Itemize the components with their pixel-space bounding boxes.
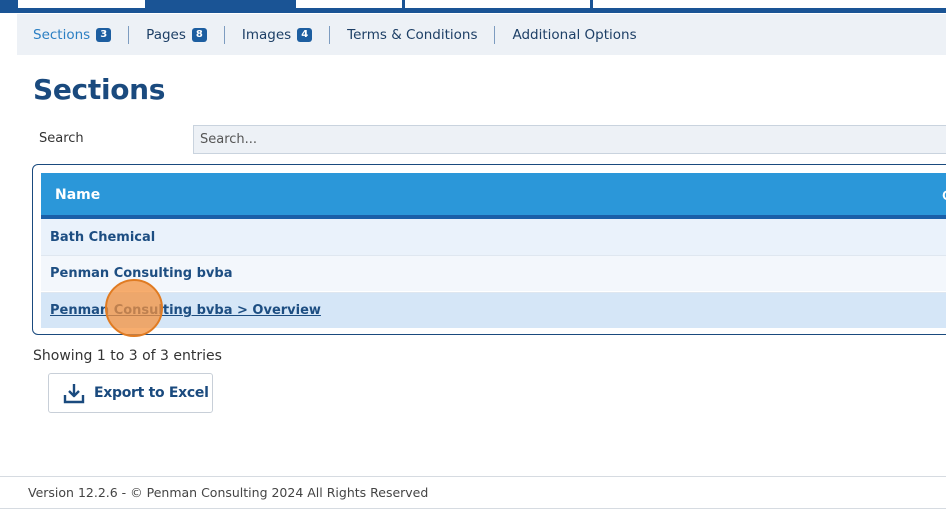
divider: [494, 25, 496, 44]
page-title: Sections: [33, 73, 166, 106]
table-row[interactable]: Bath Chemical: [41, 219, 946, 255]
subnav-label: Pages: [146, 26, 186, 43]
subnav-sections[interactable]: Sections 3: [33, 26, 112, 43]
count-badge: 3: [96, 27, 112, 42]
column-header-name[interactable]: Name: [55, 187, 100, 203]
divider: [329, 25, 331, 44]
entries-info: Showing 1 to 3 of 3 entries: [33, 348, 222, 364]
divider: [128, 25, 130, 44]
table-row[interactable]: Penman Consulting bvba > Overview: [41, 292, 946, 328]
sort-icon[interactable]: O: [942, 187, 946, 203]
row-link[interactable]: Bath Chemical: [50, 230, 155, 245]
subnav-label: Sections: [33, 26, 91, 43]
click-indicator: [105, 279, 163, 337]
top-tab[interactable]: [405, 0, 590, 8]
search-input[interactable]: [193, 125, 946, 154]
subnav-label: Additional Options: [512, 26, 637, 43]
top-tab-strip: [0, 0, 946, 13]
subnav-pages[interactable]: Pages 8: [146, 27, 207, 43]
top-tab[interactable]: [296, 0, 402, 8]
divider: [0, 476, 946, 477]
row-link[interactable]: Penman Consulting bvba: [50, 266, 233, 281]
sub-navigation: Sections 3 Pages 8 Images 4 Terms & Cond…: [17, 14, 946, 55]
top-tab[interactable]: [18, 0, 145, 8]
export-to-excel-button[interactable]: Export to Excel: [48, 373, 213, 413]
search-label: Search: [39, 131, 84, 146]
table-header: Name O: [41, 173, 946, 219]
divider: [223, 25, 225, 44]
count-badge: 4: [297, 27, 313, 42]
row-link[interactable]: Penman Consulting bvba > Overview: [50, 303, 321, 318]
count-badge: 8: [191, 27, 207, 42]
subnav-terms[interactable]: Terms & Conditions: [347, 27, 477, 43]
footer-text: Version 12.2.6 - © Penman Consulting 202…: [28, 485, 429, 500]
export-label: Export to Excel: [94, 385, 209, 401]
table-row[interactable]: Penman Consulting bvba: [41, 255, 946, 291]
sections-table: Name O Bath Chemical Penman Consulting b…: [32, 164, 946, 335]
subnav-label: Terms & Conditions: [347, 26, 478, 43]
subnav-additional-options[interactable]: Additional Options: [512, 27, 636, 43]
subnav-images[interactable]: Images 4: [241, 26, 313, 43]
top-tab[interactable]: [593, 0, 946, 8]
divider: [0, 508, 946, 509]
subnav-label: Images: [241, 26, 292, 43]
download-icon: [63, 384, 85, 404]
